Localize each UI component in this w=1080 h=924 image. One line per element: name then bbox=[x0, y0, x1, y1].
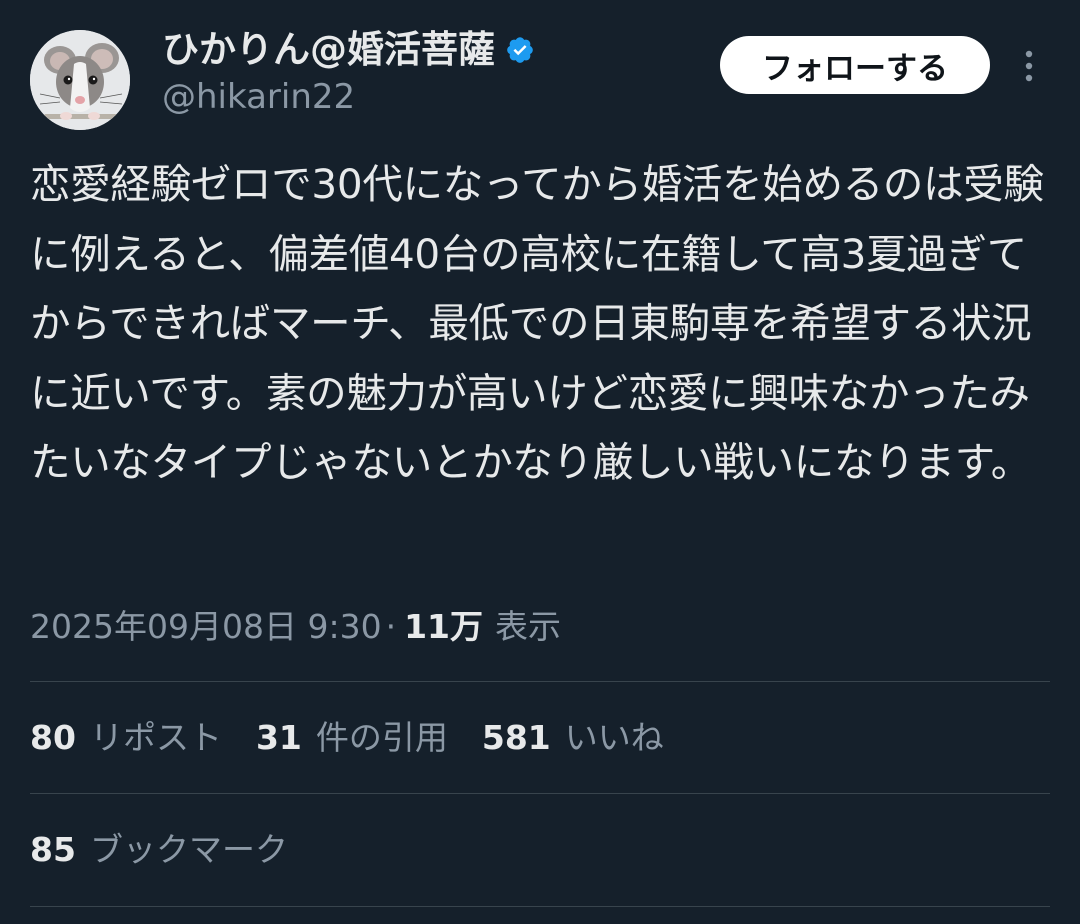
reposts-label: リポスト bbox=[89, 718, 222, 757]
author-handle[interactable]: @hikarin22 bbox=[162, 77, 355, 117]
likes-stat[interactable]: 581 いいね bbox=[482, 714, 664, 762]
quotes-label: 件の引用 bbox=[315, 718, 448, 757]
tweet-text: 恋愛経験ゼロで30代になってから婚活を始めるのは受験に例えると、偏差値40台の高… bbox=[30, 160, 1044, 486]
divider bbox=[30, 906, 1050, 907]
follow-button[interactable]: フォローする bbox=[720, 36, 990, 94]
reposts-stat[interactable]: 80 リポスト bbox=[30, 714, 222, 762]
engagement-stats: 80 リポスト 31 件の引用 581 いいね bbox=[30, 714, 698, 762]
avatar[interactable] bbox=[30, 30, 130, 130]
bookmarks-label: ブックマーク bbox=[89, 830, 288, 869]
author-name-row[interactable]: ひかりん@婚活菩薩 bbox=[162, 28, 535, 72]
meta-separator: · bbox=[385, 607, 397, 646]
tweet-meta: 2025年09月08日 9:30 · 11万 表示 bbox=[30, 604, 561, 650]
tweet-timestamp[interactable]: 2025年09月08日 9:30 bbox=[30, 604, 382, 650]
bookmarks-count: 85 bbox=[30, 830, 76, 869]
likes-label: いいね bbox=[564, 718, 664, 757]
display-name[interactable]: ひかりん@婚活菩薩 bbox=[162, 28, 495, 72]
divider bbox=[30, 681, 1050, 682]
views-label: 表示 bbox=[495, 607, 561, 646]
tweet-header: ひかりん@婚活菩薩 @hikarin22 フォローする bbox=[0, 0, 1080, 130]
rat-avatar-icon bbox=[30, 30, 130, 130]
views-count: 11万 bbox=[404, 607, 483, 646]
bookmarks-stat[interactable]: 85 ブックマーク bbox=[30, 826, 288, 874]
quotes-stat[interactable]: 31 件の引用 bbox=[256, 714, 448, 762]
quotes-count: 31 bbox=[255, 718, 302, 757]
verified-badge-icon bbox=[507, 37, 533, 63]
divider bbox=[30, 793, 1050, 794]
more-vertical-icon[interactable] bbox=[1016, 46, 1042, 86]
reposts-count: 80 bbox=[30, 718, 76, 757]
likes-count: 581 bbox=[481, 718, 551, 757]
